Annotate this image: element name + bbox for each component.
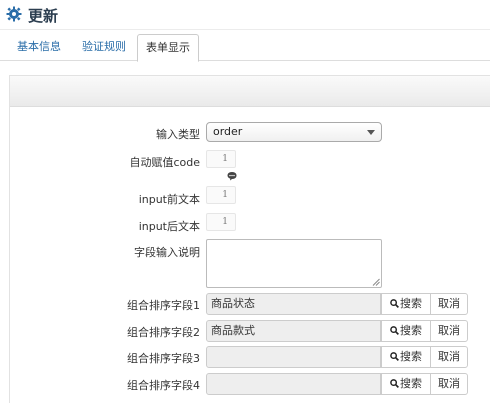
- sort-field-4-cancel-button[interactable]: 取消: [430, 373, 468, 395]
- search-icon: [390, 379, 399, 388]
- search-label: 搜索: [400, 350, 422, 363]
- search-label: 搜索: [400, 377, 422, 390]
- input-type-label: 输入类型: [156, 128, 200, 141]
- description-textarea[interactable]: [206, 239, 382, 288]
- resize-grip-icon[interactable]: [372, 278, 380, 286]
- sort-field-3-search-button[interactable]: 搜索: [381, 346, 431, 368]
- sort-field-3-label: 组合排序字段3: [127, 352, 200, 365]
- sort-field-1-input[interactable]: 商品状态: [206, 293, 381, 315]
- after-text-input[interactable]: 1: [206, 213, 236, 231]
- before-text-input[interactable]: 1: [206, 186, 236, 204]
- sort-field-1-cancel-button[interactable]: 取消: [430, 293, 468, 315]
- panel-header: [10, 76, 490, 107]
- tab-basic-info[interactable]: 基本信息: [10, 34, 68, 61]
- input-type-select[interactable]: order: [206, 122, 382, 142]
- chevron-down-icon: [367, 130, 375, 135]
- sort-field-4-search-button[interactable]: 搜索: [381, 373, 431, 395]
- page-title: 更新: [28, 7, 59, 25]
- sort-field-2-input[interactable]: 商品款式: [206, 320, 381, 342]
- sort-field-3-cancel-button[interactable]: 取消: [430, 346, 468, 368]
- search-icon: [390, 352, 399, 361]
- gear-icon: [6, 6, 22, 22]
- auto-value-label: 自动赋值code: [129, 156, 200, 169]
- sort-field-1-label: 组合排序字段1: [127, 299, 200, 312]
- sort-field-1-search-button[interactable]: 搜索: [381, 293, 431, 315]
- page-header: 更新: [0, 0, 490, 30]
- search-icon: [390, 326, 399, 335]
- after-text-label: input后文本: [138, 220, 200, 233]
- sort-field-3-input[interactable]: [206, 346, 381, 368]
- description-label: 字段输入说明: [134, 246, 200, 259]
- sort-field-4-input[interactable]: [206, 373, 381, 395]
- search-label: 搜索: [400, 297, 422, 310]
- sort-field-2-label: 组合排序字段2: [127, 326, 200, 339]
- search-label: 搜索: [400, 324, 422, 337]
- comment-icon[interactable]: [227, 171, 237, 181]
- search-icon: [390, 299, 399, 308]
- tab-validation-rules[interactable]: 验证规则: [76, 34, 132, 61]
- sort-field-2-search-button[interactable]: 搜索: [381, 320, 431, 342]
- tab-form-display[interactable]: 表单显示: [137, 34, 199, 62]
- sort-field-2-cancel-button[interactable]: 取消: [430, 320, 468, 342]
- auto-value-input[interactable]: 1: [206, 150, 236, 168]
- input-type-value: order: [213, 125, 243, 138]
- tab-bar: 基本信息 验证规则 表单显示: [0, 34, 490, 62]
- sort-field-4-label: 组合排序字段4: [127, 379, 200, 392]
- before-text-label: input前文本: [138, 193, 200, 206]
